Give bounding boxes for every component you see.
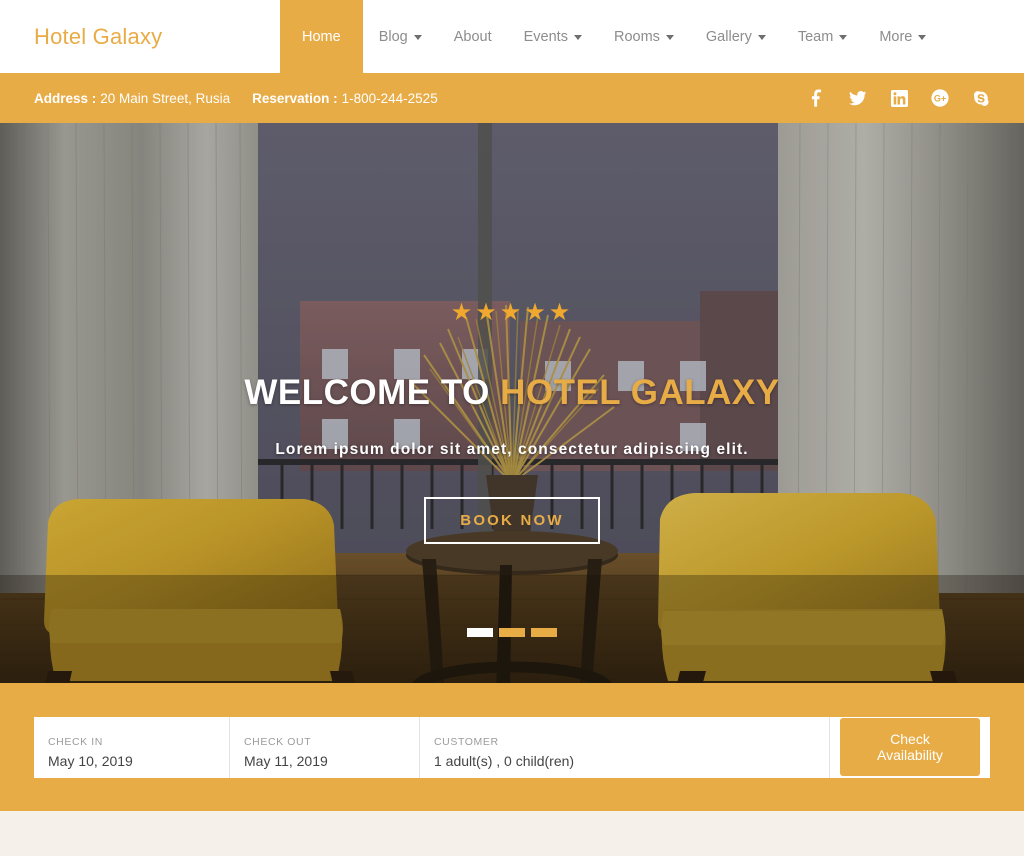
reservation-block: Reservation :1-800-244-2525 (252, 91, 438, 106)
chevron-down-icon (413, 35, 422, 40)
carousel-indicator-3[interactable] (531, 628, 557, 637)
nav-item-label: Rooms (613, 28, 660, 45)
book-now-button[interactable]: BOOK NOW (424, 497, 600, 544)
chevron-down-icon (839, 35, 848, 40)
hero-title-accent: HOTEL GALAXY (500, 373, 780, 412)
hero-title-plain: WELCOME TO (244, 373, 501, 412)
svg-text:G+: G+ (934, 93, 946, 103)
reservation-value: 1-800-244-2525 (341, 90, 438, 106)
page-root: Hotel Galaxy Home Blog About Events Room… (0, 0, 1024, 856)
carousel-indicator-2[interactable] (499, 628, 525, 637)
hero-title: WELCOME TO HOTEL GALAXY (0, 373, 1024, 413)
rating-stars-icon: ★★★★★ (450, 299, 574, 326)
check-out-label: CHECK OUT (244, 736, 312, 748)
customer-value: 1 adult(s) , 0 child(ren) (434, 753, 575, 769)
booking-strip: CHECK IN May 10, 2019 CHECK OUT May 11, … (0, 683, 1024, 811)
booking-action: Check Availability (830, 717, 990, 778)
check-out-value: May 11, 2019 (244, 753, 328, 769)
skype-icon[interactable] (972, 89, 990, 107)
address-value: 20 Main Street, Rusia (100, 90, 231, 106)
nav-items: Home Blog About Events Rooms Gallery Tea… (280, 0, 1024, 73)
brand-logo[interactable]: Hotel Galaxy (0, 0, 280, 73)
nav-item-label: Home (302, 28, 341, 45)
carousel-indicators (0, 628, 1024, 637)
twitter-icon[interactable] (849, 89, 867, 107)
carousel-indicator-1[interactable] (467, 628, 493, 637)
nav-item-gallery[interactable]: Gallery (690, 0, 782, 73)
nav-item-rooms[interactable]: Rooms (598, 0, 690, 73)
address-block: Address :20 Main Street, Rusia (34, 91, 230, 106)
check-availability-button[interactable]: Check Availability (840, 718, 980, 776)
social-links: G+ (808, 89, 990, 107)
address-label: Address : (34, 90, 97, 106)
nav-item-label: Blog (378, 28, 408, 45)
nav-item-events[interactable]: Events (508, 0, 598, 73)
nav-item-home[interactable]: Home (280, 0, 363, 73)
nav-item-label: Team (797, 28, 834, 45)
check-in-value: May 10, 2019 (48, 753, 133, 769)
check-in-field[interactable]: CHECK IN May 10, 2019 (34, 716, 230, 778)
hero-subtitle: Lorem ipsum dolor sit amet, consectetur … (275, 441, 749, 458)
nav-item-team[interactable]: Team (782, 0, 863, 73)
nav-item-more[interactable]: More (863, 0, 942, 73)
contact-details: Address :20 Main Street, Rusia Reservati… (34, 91, 438, 106)
chevron-down-icon (573, 35, 582, 40)
facebook-icon[interactable] (808, 89, 826, 107)
nav-item-label: More (879, 28, 913, 45)
booking-form: CHECK IN May 10, 2019 CHECK OUT May 11, … (34, 716, 990, 778)
nav-item-blog[interactable]: Blog (363, 0, 438, 73)
reservation-label: Reservation : (252, 90, 338, 106)
page-bottom-area (0, 811, 1024, 856)
check-in-label: CHECK IN (48, 736, 103, 748)
chevron-down-icon (918, 35, 927, 40)
nav-item-label: Gallery (705, 28, 752, 45)
top-navbar: Hotel Galaxy Home Blog About Events Room… (0, 0, 1024, 73)
customer-field[interactable]: CUSTOMER 1 adult(s) , 0 child(ren) (420, 716, 830, 778)
chevron-down-icon (757, 35, 766, 40)
nav-item-label: About (453, 28, 492, 45)
check-out-field[interactable]: CHECK OUT May 11, 2019 (230, 716, 420, 778)
brand-name: Hotel Galaxy (34, 23, 163, 49)
hero-content: ★★★★★ WELCOME TO HOTEL GALAXY Lorem ipsu… (0, 301, 1024, 544)
contact-infobar: Address :20 Main Street, Rusia Reservati… (0, 73, 1024, 123)
chevron-down-icon (665, 35, 674, 40)
nav-item-about[interactable]: About (438, 0, 508, 73)
linkedin-icon[interactable] (890, 89, 908, 107)
hero-carousel: ★★★★★ WELCOME TO HOTEL GALAXY Lorem ipsu… (0, 123, 1024, 683)
googleplus-icon[interactable]: G+ (931, 89, 949, 107)
customer-label: CUSTOMER (434, 736, 499, 748)
nav-item-label: Events (523, 28, 568, 45)
